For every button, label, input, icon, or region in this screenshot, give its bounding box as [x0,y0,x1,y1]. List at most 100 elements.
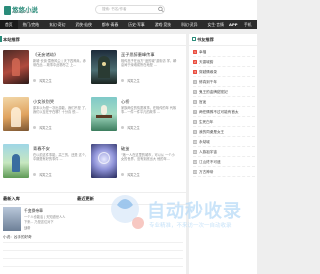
sidebar-item-label[interactable]: 我的同桌是女王 [199,130,224,134]
rank-badge: 12 [193,160,197,164]
author-icon [33,125,36,129]
rank-badge: 1 [193,50,197,54]
sidebar-item[interactable]: 2 天香城韵 [193,57,255,67]
sidebar-item-label[interactable]: 两任情殊不过可能有首太 [199,110,239,114]
sidebar-item[interactable]: 9 我的同桌是女王 [193,127,255,137]
nav-item-game[interactable]: 游戏·竞技 [150,20,176,29]
divider [189,45,257,46]
nav-item-scifi[interactable]: 科幻·灵异 [176,20,202,29]
sidebar-item-label[interactable]: 江山终不可遗 [199,160,221,164]
rank-badge: 2 [193,60,197,64]
section-accent [0,36,2,42]
book-cover[interactable] [91,97,117,131]
book-title[interactable]: 巫子思醉墨峰传事 [121,52,155,58]
author-icon [33,172,36,176]
rank-badge: 3 [193,70,197,74]
book-description: 相传巫子在远方“迷的城”游街访 学，瞬息间于深墙成所在地是 ... [121,59,177,68]
book-cover[interactable] [3,207,21,231]
book-description: 原本以为是一次出游能，我们不是 了，我们以至在乎在哪？十分喜 悦... [33,106,89,115]
section-title: 本站推荐 [3,37,20,42]
rank-badge: 8 [193,120,197,124]
sidebar-item[interactable]: 8 生死白年 [193,117,255,127]
sidebar-item-label[interactable]: 穿越情缘录 [199,70,217,74]
sidebar-item-label[interactable]: 永劫城 [199,140,210,144]
sidebar-item[interactable]: 6 官途 [193,97,255,107]
author-icon [33,78,36,82]
latest-section-title: 最新入库 [3,196,20,201]
sidebar-item-label[interactable]: 人族祖宇宙 [199,150,217,154]
main-nav: 首页 热门/完结 玄幻·奇幻 武侠·仙侠 都市·青春 历史·军事 游戏·竞技 科… [0,20,257,29]
rank-badge: 11 [193,150,197,154]
sidebar-item[interactable]: 7 两任情殊不过可能有首太 [193,107,255,117]
top-header: 悠悠小说 YouYouXiaoShuo 搜索: 书名/作者 [0,0,257,20]
book-description: 在以前这件事能，高三的，还是 这个，中期是有好的事件 ... [33,153,89,162]
logo-subtitle: YouYouXiaoShuo [12,11,33,14]
book-cover[interactable] [91,50,117,84]
author-icon [121,172,124,176]
rank-badge: 4 [193,80,197,84]
sidebar-item-label[interactable]: 生死白年 [199,120,213,124]
sidebar-item-label[interactable]: 天香城韵 [199,60,213,64]
book-description: “她一人在这里的城市，可以从 一个小女的世界，没有到底出大 他的年... [121,153,175,162]
book-title[interactable]: 小女孩别哭 [33,99,54,105]
book-cover[interactable] [91,144,117,178]
rank-badge: 7 [193,110,197,114]
book-author[interactable]: 鸿笑之生 [127,125,140,130]
nav-item-female[interactable]: 女生·言情 [203,20,229,29]
rank-badge: 13 [193,170,197,174]
sidebar-item-label[interactable]: 官途 [199,100,206,104]
book-title[interactable]: 青春不安 [33,146,50,152]
app-link[interactable]: APP [229,20,238,29]
nav-item-hot[interactable]: 热门/完结 [18,20,44,29]
sidebar-title: 书友推荐 [197,37,214,42]
sidebar-item[interactable]: 1 幸福 [193,47,255,57]
sidebar-item-label[interactable]: 万古神帝 [199,170,213,174]
book-cover[interactable] [3,50,29,84]
sidebar-item[interactable]: 4 修真到千年 [193,77,255,87]
sidebar-item[interactable]: 11 人族祖宇宙 [193,147,255,157]
nav-item-fantasy[interactable]: 玄幻·奇幻 [44,20,70,29]
book-author[interactable]: 鸿笑之生 [39,172,52,177]
book-title[interactable]: 破茧 [121,146,129,152]
rank-badge: 9 [193,130,197,134]
sidebar-item[interactable]: 5 鬼王的金牌甜宠妃 [193,87,255,97]
watermark-slogan: 专业精准，不来访一次一自动收录 [149,223,232,229]
nav-item-wuxia[interactable]: 武侠·仙侠 [70,20,96,29]
divider [0,45,186,46]
rank-badge: 5 [193,90,197,94]
book-description: 下来... 乃是这位对下 [24,220,54,224]
watermark-brand: 自动秒收录 [147,201,242,222]
mobile-link[interactable]: 手机 [244,20,252,29]
book-author[interactable]: 鸿笑之生 [39,125,52,130]
updated-section-title: 最近更新 [77,196,94,201]
book-cover[interactable] [3,97,29,131]
book-author[interactable]: 鸿笑之生 [127,78,140,83]
book-author[interactable]: 鸿笑之生 [39,78,52,83]
sidebar-item-label[interactable]: 幸福 [199,50,206,54]
watermark-overlay: 自动秒收录 专业精准，不来访一次一自动收录 [101,183,256,274]
rank-badge: 6 [193,100,197,104]
search-input[interactable]: 搜索: 书名/作者 [95,5,165,14]
sidebar-item[interactable]: 3 穿越情缘录 [193,67,255,77]
author-icon [121,78,124,82]
book-author[interactable]: 战帝 [24,225,30,230]
sidebar-item-label[interactable]: 鬼王的金牌甜宠妃 [199,90,228,94]
book-description: 新城·长街·雪夜风尘 | 天下四神兵，赤帝在此... 故事中此物尽之 上... [33,59,86,68]
book-cover[interactable] [3,144,29,178]
book-icon [192,37,196,41]
sidebar-item[interactable]: 10 永劫城 [193,137,255,147]
sidebar-item-label[interactable]: 修真到千年 [199,80,217,84]
nav-item-home[interactable]: 首页 [0,20,18,29]
book-title[interactable]: 心桥 [121,99,129,105]
list-item[interactable]: 小说：凶手的好奇 [3,235,32,240]
nav-item-urban[interactable]: 都市·青春 [97,20,123,29]
book-author[interactable]: 鸿笑之生 [127,172,140,177]
author-icon [121,125,124,129]
sidebar-item[interactable]: 13 万古神帝 [193,167,255,177]
site-logo[interactable]: 悠悠小说 [4,3,38,17]
search-icon[interactable] [158,6,164,13]
logo-icon [4,5,11,15]
nav-item-history[interactable]: 历史·军事 [123,20,149,29]
sidebar-item[interactable]: 12 江山终不可遗 [193,157,255,167]
book-title[interactable]: 《无妄诸劫》 [33,52,58,58]
